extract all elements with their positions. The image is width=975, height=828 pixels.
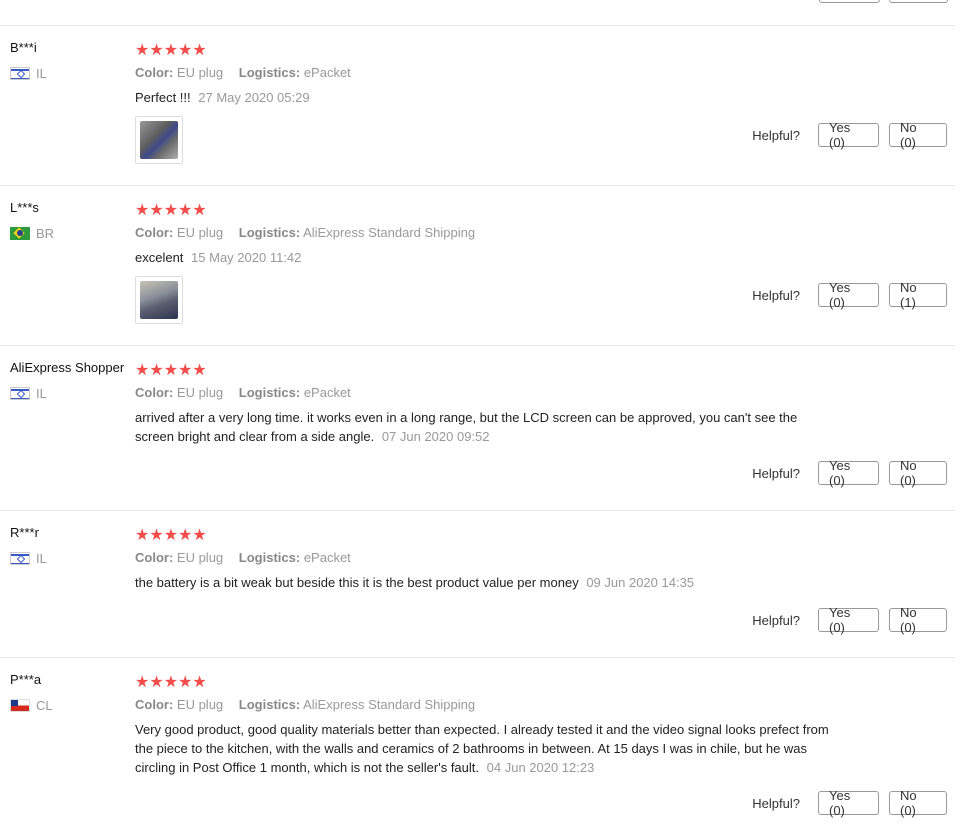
- star-rating: ★★★★★: [135, 362, 207, 379]
- helpful-no-button[interactable]: No (0): [889, 120, 947, 150]
- logistics-value: ePacket: [303, 550, 351, 565]
- country-code: IL: [36, 66, 47, 81]
- helpful-yes-button[interactable]: Yes (0): [818, 458, 879, 488]
- helpful-label: Helpful?: [752, 127, 800, 143]
- review-date: 09 Jun 2020 14:35: [586, 575, 695, 590]
- color-label: Color:: [135, 697, 174, 712]
- helpful-no-button[interactable]: No (0): [889, 788, 947, 818]
- color-value: EU plug: [176, 550, 224, 565]
- review-text: Perfect !!!: [135, 90, 191, 105]
- review-text-block: Very good product, good quality material…: [135, 720, 835, 777]
- reviewer-country: IL: [10, 386, 47, 401]
- color-value: EU plug: [176, 385, 224, 400]
- helpful-yes-button[interactable]: Yes (0): [818, 280, 879, 310]
- review-meta: Color: EU plug Logistics: ePacket: [135, 65, 351, 80]
- color-label: Color:: [135, 225, 174, 240]
- logistics-label: Logistics:: [238, 550, 301, 565]
- helpful-controls: Helpful? Yes (0) No (0): [752, 605, 947, 635]
- helpful-yes-button[interactable]: Yes (0): [818, 788, 879, 818]
- country-code: IL: [36, 386, 47, 401]
- review-date: 07 Jun 2020 09:52: [381, 429, 490, 444]
- reviewer-name: R***r: [10, 525, 39, 540]
- reviewer-country: BR: [10, 226, 54, 241]
- country-code: IL: [36, 551, 47, 566]
- photo-image: [140, 121, 178, 159]
- flag-il-icon: [10, 552, 30, 565]
- star-rating: ★★★★★: [135, 42, 207, 59]
- color-value: EU plug: [176, 65, 224, 80]
- star-rating: ★★★★★: [135, 674, 207, 691]
- flag-br-icon: [10, 227, 30, 240]
- review-photo-thumbnail[interactable]: [135, 116, 183, 164]
- helpful-label: Helpful?: [752, 795, 800, 811]
- prev-yes-button[interactable]: [819, 0, 880, 3]
- helpful-controls: Helpful? Yes (0) No (0): [752, 788, 947, 818]
- prev-no-button[interactable]: [889, 0, 948, 3]
- logistics-value: ePacket: [303, 385, 351, 400]
- color-value: EU plug: [176, 225, 224, 240]
- review-item: L***s BR ★★★★★ Color: EU plug Logistics:…: [0, 186, 955, 346]
- review-item: B***i IL ★★★★★ Color: EU plug Logistics:…: [0, 26, 955, 186]
- reviewer-country: CL: [10, 698, 53, 713]
- logistics-label: Logistics:: [238, 225, 301, 240]
- review-text-block: arrived after a very long time. it works…: [135, 408, 835, 446]
- color-value: EU plug: [176, 697, 224, 712]
- star-rating: ★★★★★: [135, 202, 207, 219]
- logistics-value: ePacket: [303, 65, 351, 80]
- review-item: R***r IL ★★★★★ Color: EU plug Logistics:…: [0, 511, 955, 658]
- review-date: 04 Jun 2020 12:23: [486, 760, 595, 775]
- reviewer-name: B***i: [10, 40, 37, 55]
- review-text-block: Perfect !!! 27 May 2020 05:29: [135, 88, 835, 107]
- review-item: AliExpress Shopper IL ★★★★★ Color: EU pl…: [0, 346, 955, 511]
- logistics-value: AliExpress Standard Shipping: [303, 225, 476, 240]
- reviewer-name: L***s: [10, 200, 39, 215]
- review-meta: Color: EU plug Logistics: ePacket: [135, 385, 351, 400]
- helpful-no-button[interactable]: No (0): [889, 605, 947, 635]
- reviewer-country: IL: [10, 551, 47, 566]
- review-text-block: excelent 15 May 2020 11:42: [135, 248, 835, 267]
- photo-image: [140, 281, 178, 319]
- color-label: Color:: [135, 550, 174, 565]
- review-item: P***a CL ★★★★★ Color: EU plug Logistics:…: [0, 658, 955, 828]
- review-meta: Color: EU plug Logistics: AliExpress Sta…: [135, 225, 475, 240]
- flag-il-icon: [10, 67, 30, 80]
- review-text-block: the battery is a bit weak but beside thi…: [135, 573, 835, 592]
- helpful-label: Helpful?: [752, 465, 800, 481]
- helpful-yes-button[interactable]: Yes (0): [818, 120, 879, 150]
- reviewer-country: IL: [10, 66, 47, 81]
- country-code: BR: [36, 226, 55, 241]
- review-text: Very good product, good quality material…: [135, 722, 829, 775]
- color-label: Color:: [135, 385, 174, 400]
- helpful-label: Helpful?: [752, 612, 800, 628]
- star-rating: ★★★★★: [135, 527, 207, 544]
- review-date: 27 May 2020 05:29: [198, 90, 310, 105]
- color-label: Color:: [135, 65, 174, 80]
- helpful-yes-button[interactable]: Yes (0): [818, 605, 879, 635]
- flag-il-icon: [10, 387, 30, 400]
- review-photo-thumbnail[interactable]: [135, 276, 183, 324]
- logistics-label: Logistics:: [238, 65, 301, 80]
- logistics-label: Logistics:: [238, 697, 301, 712]
- helpful-controls: Helpful? Yes (0) No (0): [752, 120, 947, 150]
- country-code: CL: [36, 698, 53, 713]
- helpful-no-button[interactable]: No (0): [889, 458, 947, 488]
- reviewer-name: P***a: [10, 672, 42, 687]
- review-meta: Color: EU plug Logistics: AliExpress Sta…: [135, 697, 475, 712]
- reviewer-name: AliExpress Shopper: [10, 360, 125, 375]
- review-date: 15 May 2020 11:42: [191, 250, 302, 265]
- review-text: excelent: [135, 250, 184, 265]
- flag-cl-icon: [10, 699, 30, 712]
- logistics-value: AliExpress Standard Shipping: [303, 697, 476, 712]
- logistics-label: Logistics:: [238, 385, 301, 400]
- helpful-label: Helpful?: [752, 287, 800, 303]
- helpful-controls: Helpful? Yes (0) No (0): [752, 458, 947, 488]
- review-meta: Color: EU plug Logistics: ePacket: [135, 550, 351, 565]
- helpful-no-button[interactable]: No (1): [889, 280, 947, 310]
- review-text: the battery is a bit weak but beside thi…: [135, 575, 579, 590]
- helpful-controls: Helpful? Yes (0) No (1): [752, 280, 947, 310]
